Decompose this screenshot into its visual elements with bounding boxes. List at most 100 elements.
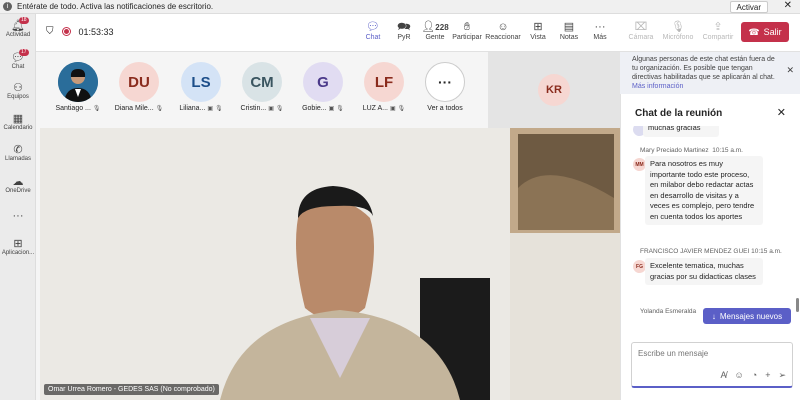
view-label: Vista (530, 34, 546, 41)
smiley-icon: ☺ (497, 21, 509, 33)
rail-label: Calendario (3, 125, 33, 131)
spotlight-tile[interactable]: KR (488, 52, 620, 128)
people-button[interactable]: 👤︎228 Gente (418, 20, 452, 41)
message-list[interactable]: muchas gracias Mary Preciado Martinez 10… (621, 126, 800, 322)
badge: 17 (19, 49, 29, 56)
avatar: CM (242, 62, 282, 102)
rail-label: Chat (11, 64, 25, 70)
see-all-label: Ver a todos (427, 105, 463, 112)
people-label: Gente (425, 34, 445, 41)
message-meta: Mary Preciado Martinez 10:15 a.m. (640, 147, 743, 154)
react-button[interactable]: ☺ Reaccionar (485, 20, 520, 41)
qa-icon: 🗪︎ (397, 21, 411, 33)
activate-button[interactable]: Activar (729, 1, 768, 13)
share-label: Compartir (702, 34, 734, 41)
author: Yolanda Esmeralda (640, 308, 697, 315)
mic-off-icon: 🎙︎ (671, 21, 685, 33)
camera-off-icon: ▣ (268, 106, 274, 112)
qa-button[interactable]: 🗪︎ PyR (387, 20, 421, 41)
close-icon[interactable]: ✕ (784, 0, 792, 11)
participant-tile[interactable]: Santiago ... 🎙︎ (50, 62, 106, 112)
format-icon[interactable]: A̸ (721, 370, 727, 381)
participant-gallery: Santiago ... 🎙︎ DU Diana Mile... 🎙︎ LS Lil… (36, 52, 488, 128)
rail-item-calendar[interactable]: ▦ Calendario (0, 113, 36, 131)
qa-label: PyR (397, 34, 411, 41)
view-button[interactable]: ⊞ Vista (521, 20, 555, 41)
avatar: LS (181, 62, 221, 102)
camera-label: Cámara (628, 34, 654, 41)
info-icon: i (3, 2, 12, 11)
main-video[interactable]: Omar Urrea Romero - GEDES SAS (No compro… (40, 128, 620, 400)
chat-icon: 💬︎ (366, 21, 380, 33)
mic-off-icon: 🎙︎ (155, 106, 164, 112)
participant-tile[interactable]: LF LUZ A... ▣ 🎙︎ (356, 62, 412, 112)
hand-icon: ✋︎ (463, 21, 471, 33)
new-messages-label: Mensajes nuevos (719, 311, 783, 321)
close-icon[interactable]: ✕ (786, 66, 794, 75)
people-icon: 👤︎228 (421, 21, 449, 33)
notification-text: Entérate de todo. Activa las notificacio… (17, 2, 214, 11)
participant-name: Diana Mile... (114, 105, 154, 112)
teams-icon: ⚇ (13, 82, 23, 94)
participant-name: Liliana... (179, 105, 206, 112)
org-notice: Algunas personas de este chat están fuer… (620, 52, 800, 94)
message-input[interactable] (638, 349, 788, 358)
close-icon[interactable]: ✕ (777, 106, 786, 119)
message-bubble: Para nosotros es muy importante todo est… (645, 156, 763, 225)
rail-item-teams[interactable]: ⚇ Equipos (0, 82, 36, 100)
notes-label: Notas (559, 34, 579, 41)
share-button[interactable]: ⇪ Compartir (701, 20, 735, 41)
leave-button[interactable]: ☎ Salir (741, 22, 789, 42)
rail-item-more[interactable]: ··· (0, 210, 36, 222)
chat-button[interactable]: 💬︎ Chat (356, 20, 390, 41)
participant-tile[interactable]: CM Cristin... ▣ 🎙︎ (234, 62, 290, 112)
camera-off-icon: ⌧ (634, 21, 648, 33)
see-all-button[interactable]: ··· Ver a todos (417, 62, 473, 112)
plus-icon[interactable]: + (765, 370, 770, 381)
participant-tile[interactable]: DU Diana Mile... 🎙︎ (111, 62, 167, 112)
author: Mary Preciado Martinez (640, 147, 709, 154)
camera-button[interactable]: ⌧ Cámara (624, 20, 658, 41)
rail-item-onedrive[interactable]: ☁ OneDrive (0, 176, 36, 194)
phone-icon: ✆ (13, 144, 23, 156)
notes-button[interactable]: ▤ Notas (552, 20, 586, 41)
message-bubble: Excelente tematica, muchas gracias por s… (645, 258, 763, 285)
sticker-icon[interactable]: ◔ (752, 370, 757, 381)
recording-icon (61, 27, 71, 36)
mic-off-icon: 🎙︎ (215, 106, 223, 112)
scrollbar[interactable] (796, 298, 799, 312)
send-icon[interactable]: ➢ (778, 370, 786, 381)
emoji-icon[interactable]: ☺ (735, 370, 744, 381)
participant-tile[interactable]: G Gobie... ▣ 🎙︎ (295, 62, 351, 112)
mic-off-icon: 🎙︎ (397, 106, 406, 112)
rail-label: Aplicacion... (1, 250, 35, 256)
new-messages-button[interactable]: ↓ Mensajes nuevos (703, 308, 791, 324)
org-notice-text: Algunas personas de este chat están fuer… (632, 56, 775, 81)
rail-item-calls[interactable]: ✆ Llamadas (0, 144, 36, 162)
meeting-stage: Santiago ... 🎙︎ DU Diana Mile... 🎙︎ LS Lil… (36, 52, 620, 400)
speaker-video (40, 128, 620, 400)
avatar: DU (119, 62, 159, 102)
calendar-icon: ▦ (12, 113, 24, 125)
raise-hand-button[interactable]: ✋︎ Participar (450, 20, 484, 41)
mic-off-icon: 🎙︎ (336, 106, 344, 112)
avatar: KR (538, 74, 570, 106)
message-compose[interactable]: A̸ ☺ ◔ + ➢ (631, 342, 793, 388)
rail-item-chat[interactable]: 💬︎ 17 Chat (0, 49, 36, 70)
video-name-label: Omar Urrea Romero - GEDES SAS (No compro… (44, 384, 219, 395)
more-button[interactable]: ··· Más (583, 20, 617, 41)
rail-item-activity[interactable]: 🔔︎ 18 Actividad (0, 17, 36, 38)
rail-item-apps[interactable]: ⊞ Aplicacion... (0, 238, 36, 256)
more-icon: ··· (594, 21, 606, 33)
participant-name: Gobie... (302, 105, 327, 112)
participant-name: Santiago ... (55, 105, 91, 112)
participant-name: Cristin... (240, 105, 267, 112)
mic-button[interactable]: 🎙︎ Micrófono (661, 20, 695, 41)
phone-hangup-icon: ☎ (748, 26, 760, 37)
more-info-link[interactable]: Más información (632, 83, 683, 90)
participant-name: LUZ A... (362, 105, 388, 112)
participant-tile[interactable]: LS Liliana... ▣ 🎙︎ (173, 62, 229, 112)
message-meta: FRANCISCO JAVIER MENDEZ GUEI 10:15 a.m. (640, 248, 782, 255)
chat-icon: 💬︎ 17 (11, 49, 29, 64)
people-count: 228 (435, 23, 449, 32)
